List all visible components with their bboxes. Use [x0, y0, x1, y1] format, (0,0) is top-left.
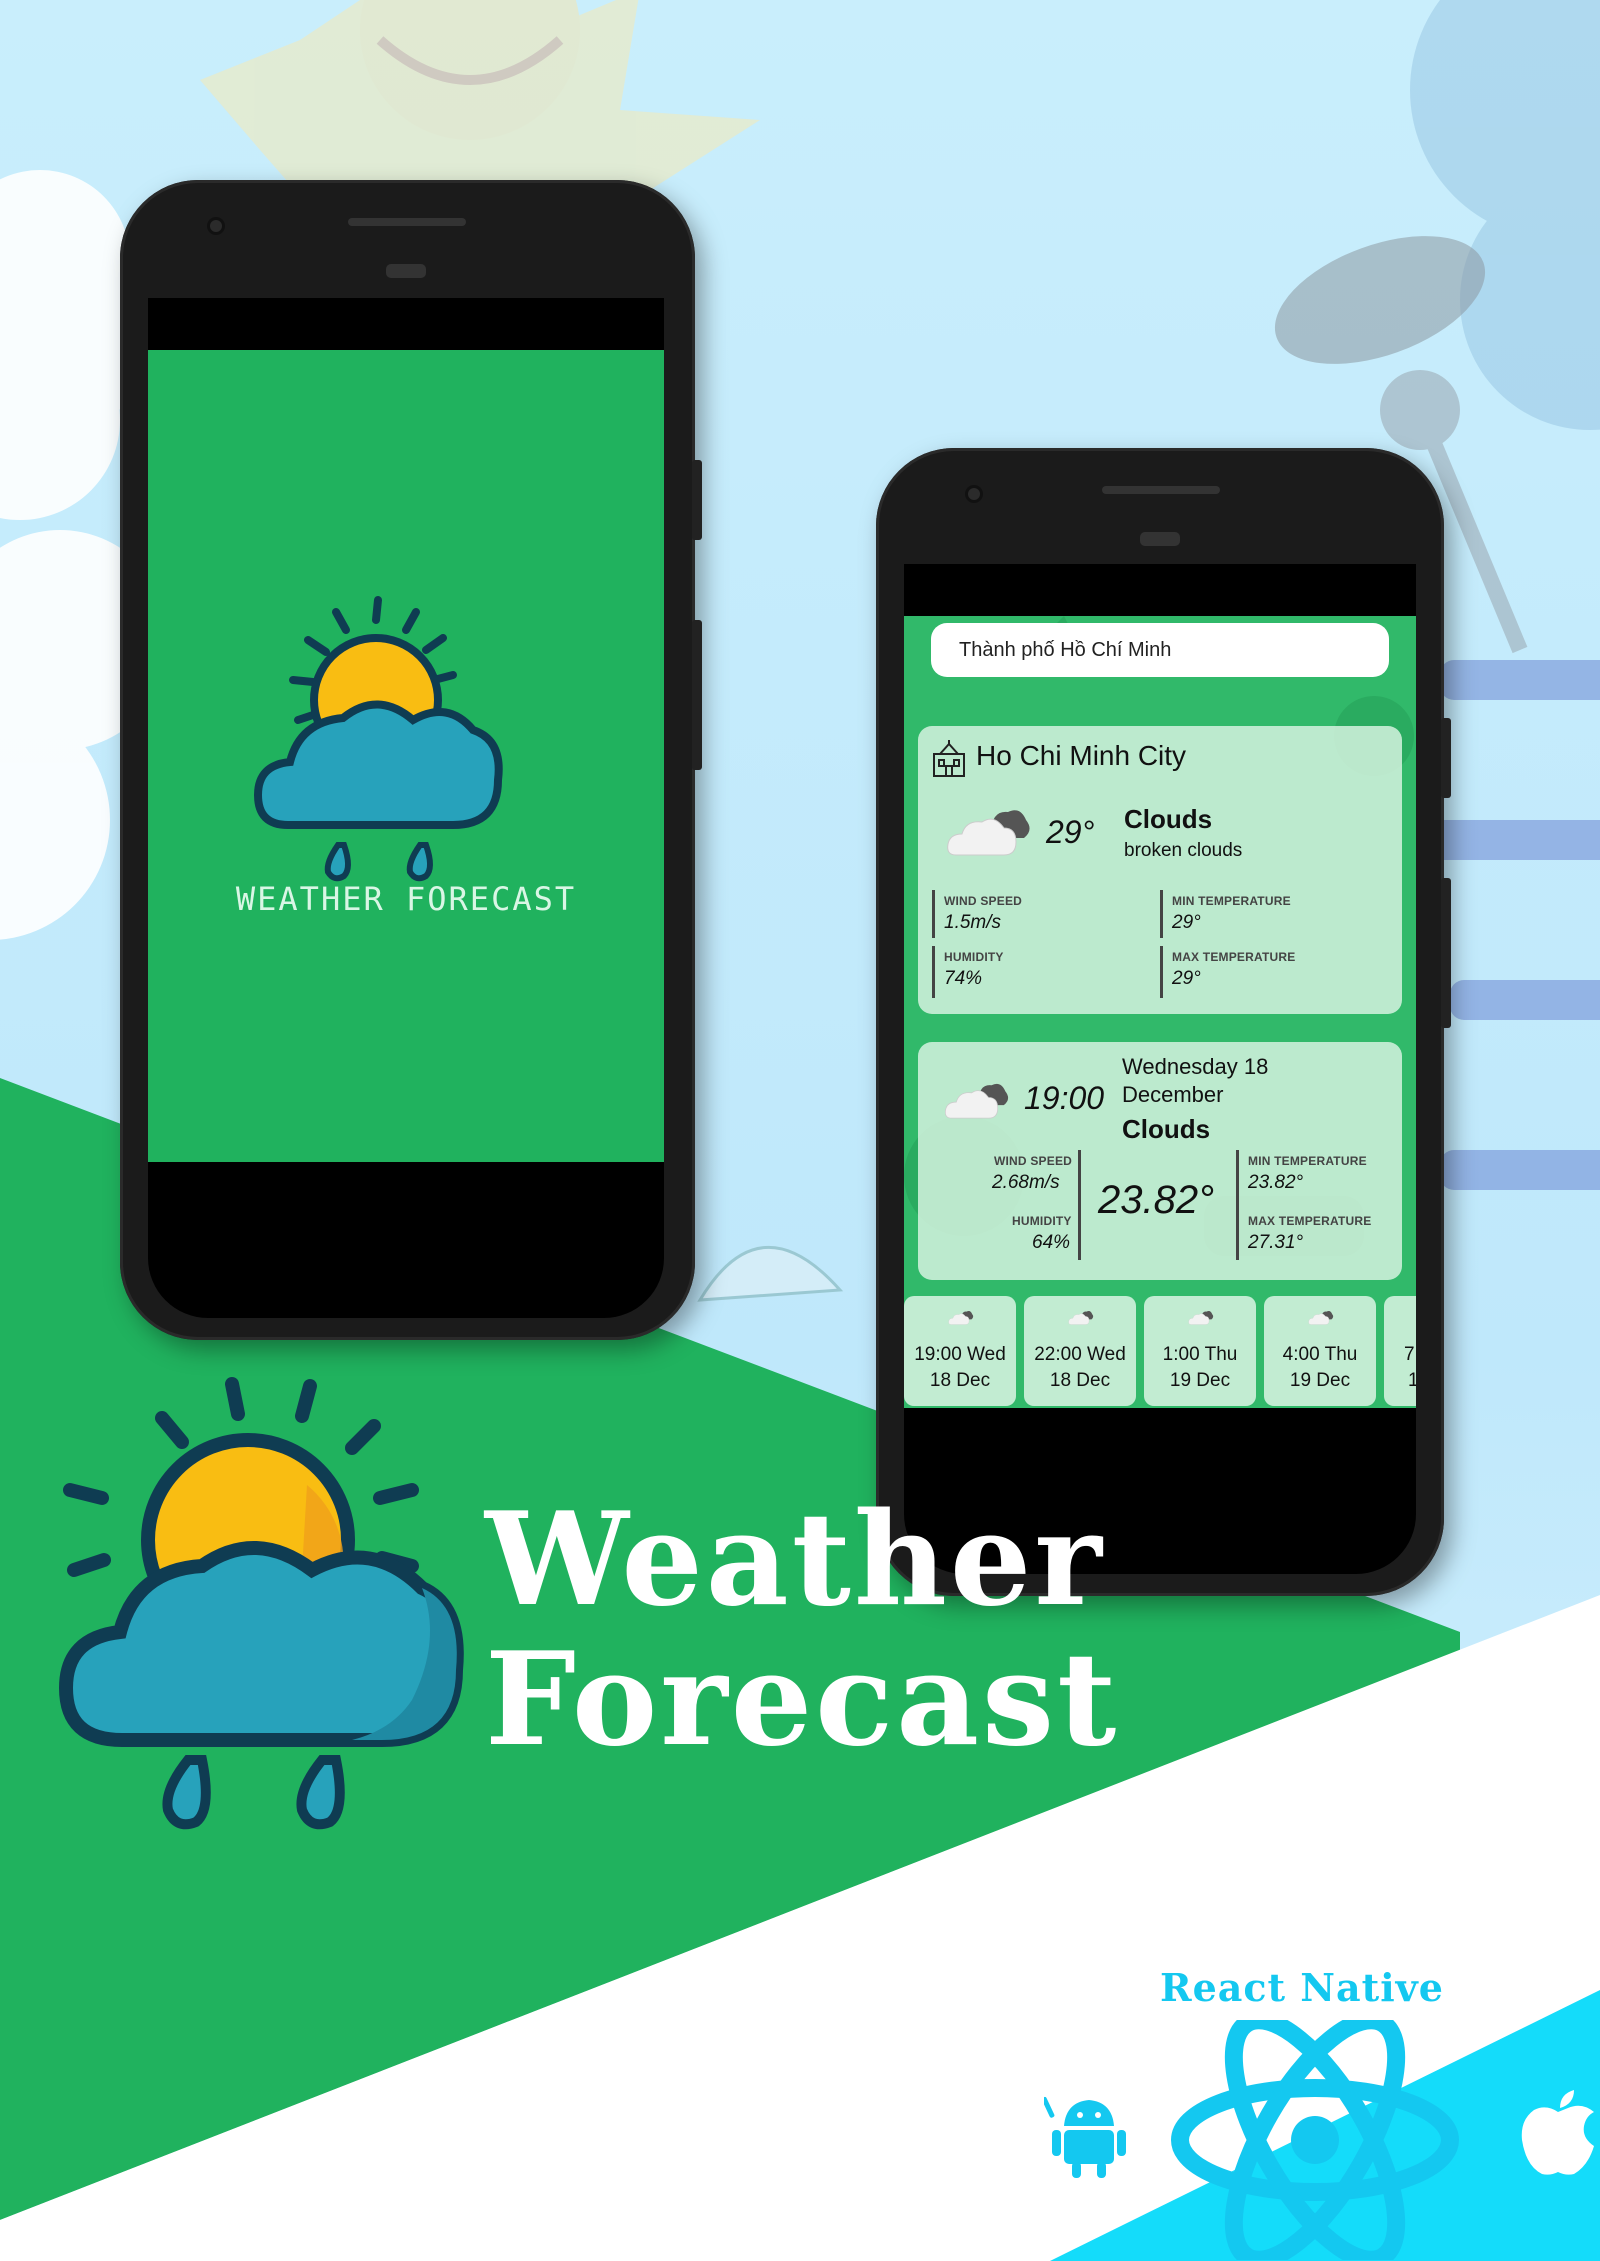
weather-logo-icon — [58, 1377, 464, 1830]
building-icon — [933, 740, 965, 777]
min-temperature-value: 23.82° — [1248, 1172, 1304, 1193]
android-icon — [1044, 2096, 1126, 2178]
forecast-time: 19:00 — [1024, 1080, 1105, 1116]
humidity-label: HUMIDITY — [944, 950, 1004, 964]
forecast-date-line1: Wednesday 18 — [1122, 1054, 1269, 1079]
earpiece — [348, 218, 466, 226]
max-temperature-label: MAX TEMPERATURE — [1172, 950, 1296, 964]
hourly-item[interactable]: 4:00 Thu 19 Dec — [1264, 1296, 1376, 1406]
cloudy-icon — [1308, 1311, 1334, 1325]
weather-app: Thành phố Hồ Chí Minh Ho Chi Minh City 2… — [904, 616, 1416, 1408]
banner-title-line1: Weather — [485, 1485, 1105, 1635]
banner-title-line2: Forecast — [485, 1625, 1120, 1775]
wind-speed-label: WIND SPEED — [994, 1154, 1073, 1168]
hourly-item[interactable]: 1:00 Thu 19 Dec — [1144, 1296, 1256, 1406]
weather-logo-icon — [253, 596, 503, 882]
earpiece — [1102, 486, 1220, 494]
max-temperature-label: MAX TEMPERATURE — [1248, 1214, 1372, 1228]
cloudy-icon — [1188, 1311, 1214, 1325]
wind-speed-label: WIND SPEED — [944, 894, 1023, 908]
cloudy-icon — [1068, 1311, 1094, 1325]
city-search-input[interactable]: Thành phố Hồ Chí Minh — [931, 623, 1389, 677]
forecast-condition: Clouds — [1122, 1114, 1211, 1144]
city-name: Ho Chi Minh City — [976, 740, 1187, 771]
humidity-value: 74% — [944, 968, 983, 989]
right-phone-screen: Thành phố Hồ Chí Minh Ho Chi Minh City 2… — [904, 564, 1416, 1574]
forecast-date-line2: December — [1122, 1082, 1224, 1107]
front-camera — [968, 488, 980, 500]
right-phone: Thành phố Hồ Chí Minh Ho Chi Minh City 2… — [876, 448, 1451, 1596]
humidity-label: HUMIDITY — [1012, 1214, 1072, 1228]
left-phone-screen: WEATHER FORECAST — [148, 298, 664, 1318]
cloudy-icon — [948, 1311, 974, 1325]
left-phone: WEATHER FORECAST — [120, 180, 702, 1340]
min-temperature-label: MIN TEMPERATURE — [1172, 894, 1291, 908]
wind-speed-value: 2.68m/s — [992, 1172, 1060, 1193]
react-native-label: React Native — [1160, 1965, 1444, 2010]
current-temperature: 29° — [1046, 814, 1095, 850]
cloudy-icon — [947, 810, 1030, 856]
min-temperature-value: 29° — [1172, 912, 1201, 933]
current-weather-card: Ho Chi Minh City 29° Clouds broken cloud… — [918, 726, 1402, 1014]
hourly-item[interactable]: 7 1 — [1384, 1296, 1416, 1406]
cloudy-icon — [944, 1083, 1009, 1119]
current-description: broken clouds — [1124, 840, 1243, 861]
front-camera — [210, 220, 222, 232]
forecast-temperature: 23.82° — [1098, 1178, 1215, 1222]
hourly-item[interactable]: 19:00 Wed 18 Dec — [904, 1296, 1016, 1406]
banner-title: Weather Forecast — [485, 1490, 1119, 1770]
apple-icon — [1521, 2090, 1594, 2175]
hourly-item[interactable]: 22:00 Wed 18 Dec — [1024, 1296, 1136, 1406]
max-temperature-value: 29° — [1172, 968, 1201, 989]
forecast-card[interactable]: 19:00 Wednesday 18 December Clouds WIND … — [918, 1042, 1402, 1280]
humidity-value: 64% — [1032, 1232, 1071, 1253]
wind-speed-value: 1.5m/s — [944, 912, 1002, 933]
splash-title: WEATHER FORECAST — [235, 880, 577, 918]
min-temperature-label: MIN TEMPERATURE — [1248, 1154, 1367, 1168]
max-temperature-value: 27.31° — [1248, 1232, 1304, 1253]
splash-screen: WEATHER FORECAST — [148, 350, 664, 1162]
react-logo-icon — [1171, 2020, 1459, 2260]
current-condition: Clouds — [1124, 804, 1213, 834]
